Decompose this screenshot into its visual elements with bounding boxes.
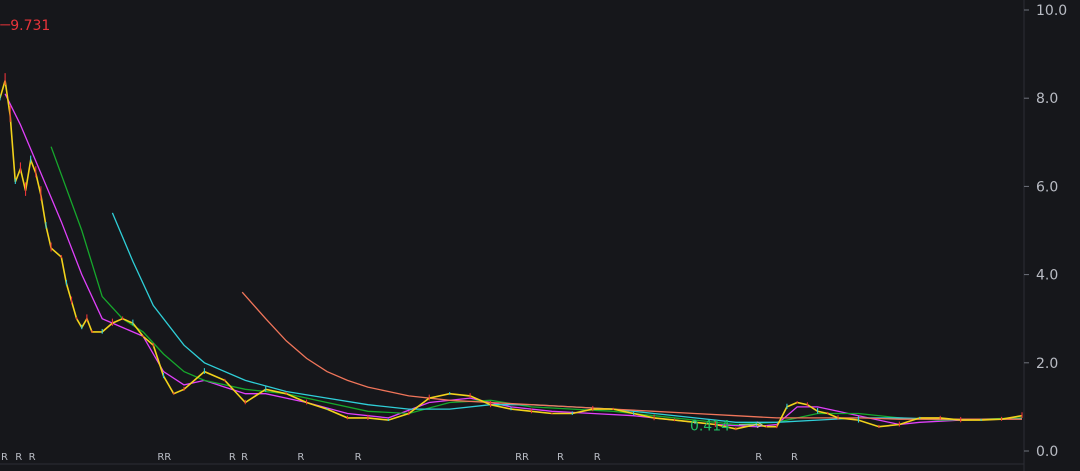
chart-stage: 10.0 8.0 6.0 4.0 2.0 0.0 9.731 0.414 R R R RR R R R R… — [0, 0, 1080, 471]
y-tick-label: 6.0 — [1036, 179, 1058, 195]
y-tick-label: 2.0 — [1036, 356, 1058, 372]
y-tick-label: 8.0 — [1036, 91, 1058, 107]
y-tick-label: 10.0 — [1036, 3, 1067, 19]
r-markers-group: R R R RR R R R R RR R R R R — [1, 452, 798, 463]
r-marker: R — [1, 452, 8, 463]
stock-price-chart: 10.08.06.04.02.00.0 9.7310.414 R R R RR R R R R… — [0, 0, 1067, 471]
r-marker: RR — [515, 452, 529, 463]
y-axis: 10.0 8.0 6.0 4.0 2.0 0.0 — [1024, 3, 1067, 460]
r-marker: R — [791, 452, 798, 463]
r-marker: R — [15, 452, 22, 463]
r-marker: R — [229, 452, 236, 463]
min-price-label: 0.414 — [690, 419, 730, 435]
r-marker: R — [557, 452, 564, 463]
moving-average-line-3 — [111, 212, 1023, 423]
y-tick-label: 0.0 — [1036, 444, 1058, 460]
r-marker: R — [755, 452, 762, 463]
moving-average-line-4 — [241, 291, 1022, 420]
r-marker: RR — [157, 452, 171, 463]
price-line — [0, 80, 1023, 430]
r-marker: R — [241, 452, 248, 463]
annotations-group: 9.731 0.414 — [0, 18, 763, 435]
r-marker: R — [355, 452, 362, 463]
max-price-label: 9.731 — [10, 18, 50, 34]
series-group — [0, 73, 1023, 431]
r-marker: R — [297, 452, 304, 463]
r-marker: R — [29, 452, 36, 463]
moving-average-line-2 — [50, 146, 1023, 426]
r-marker: R — [594, 452, 601, 463]
y-tick-label: 4.0 — [1036, 268, 1058, 284]
moving-average-line-1 — [4, 93, 1023, 428]
